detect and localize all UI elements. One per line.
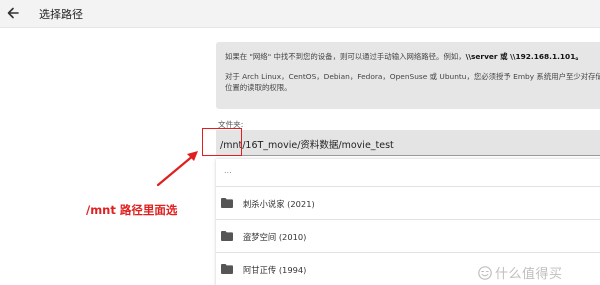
smzdm-logo-icon (478, 265, 492, 280)
folder-path-input[interactable] (216, 130, 600, 156)
annotation-text: /mnt 路径里面选 (86, 203, 178, 217)
parent-directory-label: ... (224, 166, 232, 175)
header-bar: 选择路径 (0, 0, 600, 28)
info-network-example: \\server 或 \\192.168.1.101。 (465, 52, 583, 61)
folder-field-label: 文件夹: (218, 120, 244, 129)
info-message: 如果在 "网络" 中找不到您的设备，则可以通过手动输入网络路径。例如，\\ser… (216, 42, 600, 109)
arrow-left-icon (7, 7, 19, 19)
info-line-2: 对于 Arch Linux，CentOS，Debian，Fedora，OpenS… (225, 72, 600, 81)
folder-icon (221, 231, 233, 241)
folder-name: 刺杀小说家 (2021) (243, 199, 315, 209)
list-item[interactable]: 刺杀小说家 (2021) (216, 187, 600, 220)
folder-name: 阿甘正传 (1994) (243, 265, 307, 275)
info-line-3: 位置的读取的权限。 (225, 83, 292, 92)
watermark-text: 什么值得买 (495, 267, 563, 282)
page-title: 选择路径 (39, 8, 83, 21)
folder-name: 盗梦空间 (2010) (243, 232, 307, 242)
back-button[interactable] (4, 4, 22, 22)
parent-directory-item[interactable]: ... (216, 159, 600, 187)
watermark: 什么值得买 (478, 263, 563, 282)
folder-icon (221, 264, 233, 274)
info-line-1: 如果在 "网络" 中找不到您的设备，则可以通过手动输入网络路径。例如，\\ser… (225, 51, 600, 62)
annotation-arrow-icon (156, 151, 198, 187)
list-item[interactable]: 盗梦空间 (2010) (216, 220, 600, 253)
app-window: 选择路径 如果在 "网络" 中找不到您的设备，则可以通过手动输入网络路径。例如，… (0, 0, 600, 285)
folder-icon (221, 198, 233, 208)
info-line-1-text: 如果在 "网络" 中找不到您的设备，则可以通过手动输入网络路径。例如， (225, 52, 466, 61)
